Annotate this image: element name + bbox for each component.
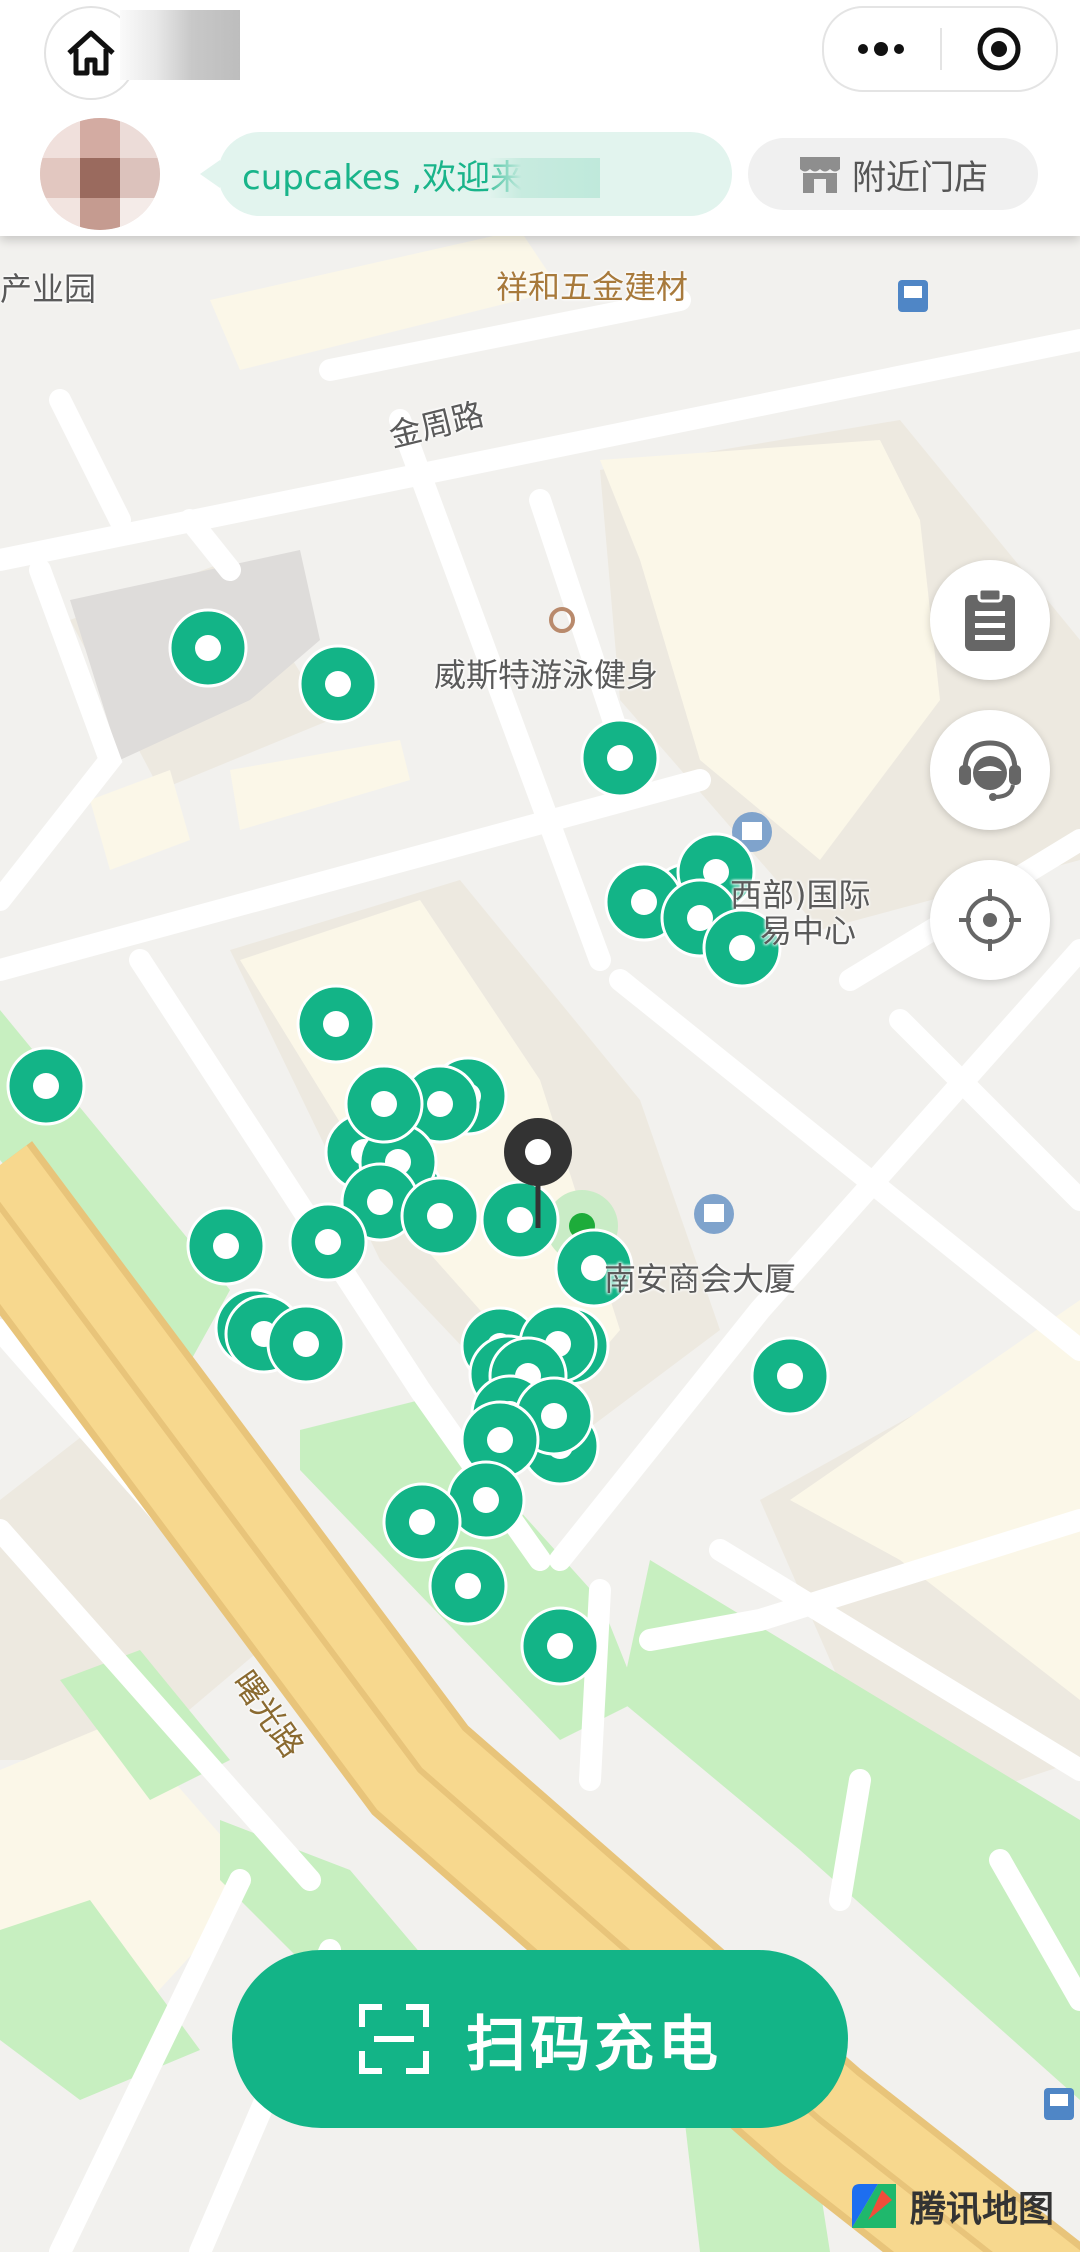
welcome-bubble-tail xyxy=(200,160,220,188)
scan-to-charge-label: 扫码充电 xyxy=(466,2009,722,2080)
avatar[interactable] xyxy=(40,118,160,230)
scan-to-charge-button[interactable]: 扫码充电 xyxy=(232,1950,848,2128)
charging-station-pin[interactable] xyxy=(428,1546,508,1626)
target-circle-icon xyxy=(977,27,1021,71)
tencent-map-logo-icon xyxy=(852,2184,896,2228)
poi-label: 南安商会大厦 xyxy=(604,1260,797,1298)
poi-building-icon xyxy=(694,1194,734,1234)
charging-station-pin[interactable] xyxy=(580,718,660,798)
map-label: 祥和五金建材 xyxy=(496,268,689,306)
store-icon xyxy=(800,157,840,193)
close-miniprogram-button[interactable] xyxy=(942,8,1056,90)
map-canvas[interactable] xyxy=(0,0,1080,2252)
charging-station-pin[interactable] xyxy=(266,1304,346,1384)
nearby-stores-button[interactable]: 附近门店 xyxy=(748,138,1038,210)
capsule-menu xyxy=(822,6,1058,92)
poi-label: 威斯特游泳健身 xyxy=(434,656,659,694)
customer-service-icon xyxy=(959,740,1021,801)
nearby-stores-label: 附近门店 xyxy=(852,157,988,198)
attribution-label: 腾讯地图 xyxy=(910,2189,1055,2230)
locate-icon xyxy=(959,889,1021,951)
bus-stop-icon xyxy=(1044,2088,1074,2120)
locate-me-button[interactable] xyxy=(930,860,1050,980)
charging-station-pin[interactable] xyxy=(298,644,378,724)
charging-station-pin[interactable] xyxy=(344,1064,424,1144)
charging-station-pin[interactable] xyxy=(6,1046,86,1126)
map-label: 产业园 xyxy=(0,270,97,308)
username-blurred xyxy=(488,158,600,198)
top-bar: cupcakes ,欢迎来 附近门店 xyxy=(0,0,1080,236)
charging-station-pin[interactable] xyxy=(186,1206,266,1286)
poi-label: 易中心 xyxy=(760,912,857,950)
bus-stop-icon xyxy=(898,280,928,312)
customer-service-button[interactable] xyxy=(930,710,1050,830)
scan-icon xyxy=(359,2004,429,2074)
order-list-button[interactable] xyxy=(930,560,1050,680)
charging-station-pin[interactable] xyxy=(288,1202,368,1282)
welcome-text: cupcakes ,欢迎来 xyxy=(242,158,525,198)
charging-station-pin[interactable] xyxy=(168,608,248,688)
charging-station-pin[interactable] xyxy=(296,984,376,1064)
charging-station-pin[interactable] xyxy=(382,1482,462,1562)
charging-station-pin[interactable] xyxy=(480,1180,560,1260)
more-dots-icon xyxy=(858,42,904,56)
clipboard-icon xyxy=(965,587,1015,651)
charging-station-pin[interactable] xyxy=(400,1176,480,1256)
home-icon xyxy=(67,30,115,76)
map-attribution: 腾讯地图 xyxy=(848,2180,1054,2232)
charging-station-pin[interactable] xyxy=(750,1336,830,1416)
page-title-blurred xyxy=(120,10,240,80)
charging-station-pin[interactable] xyxy=(520,1606,600,1686)
more-button[interactable] xyxy=(824,8,938,90)
